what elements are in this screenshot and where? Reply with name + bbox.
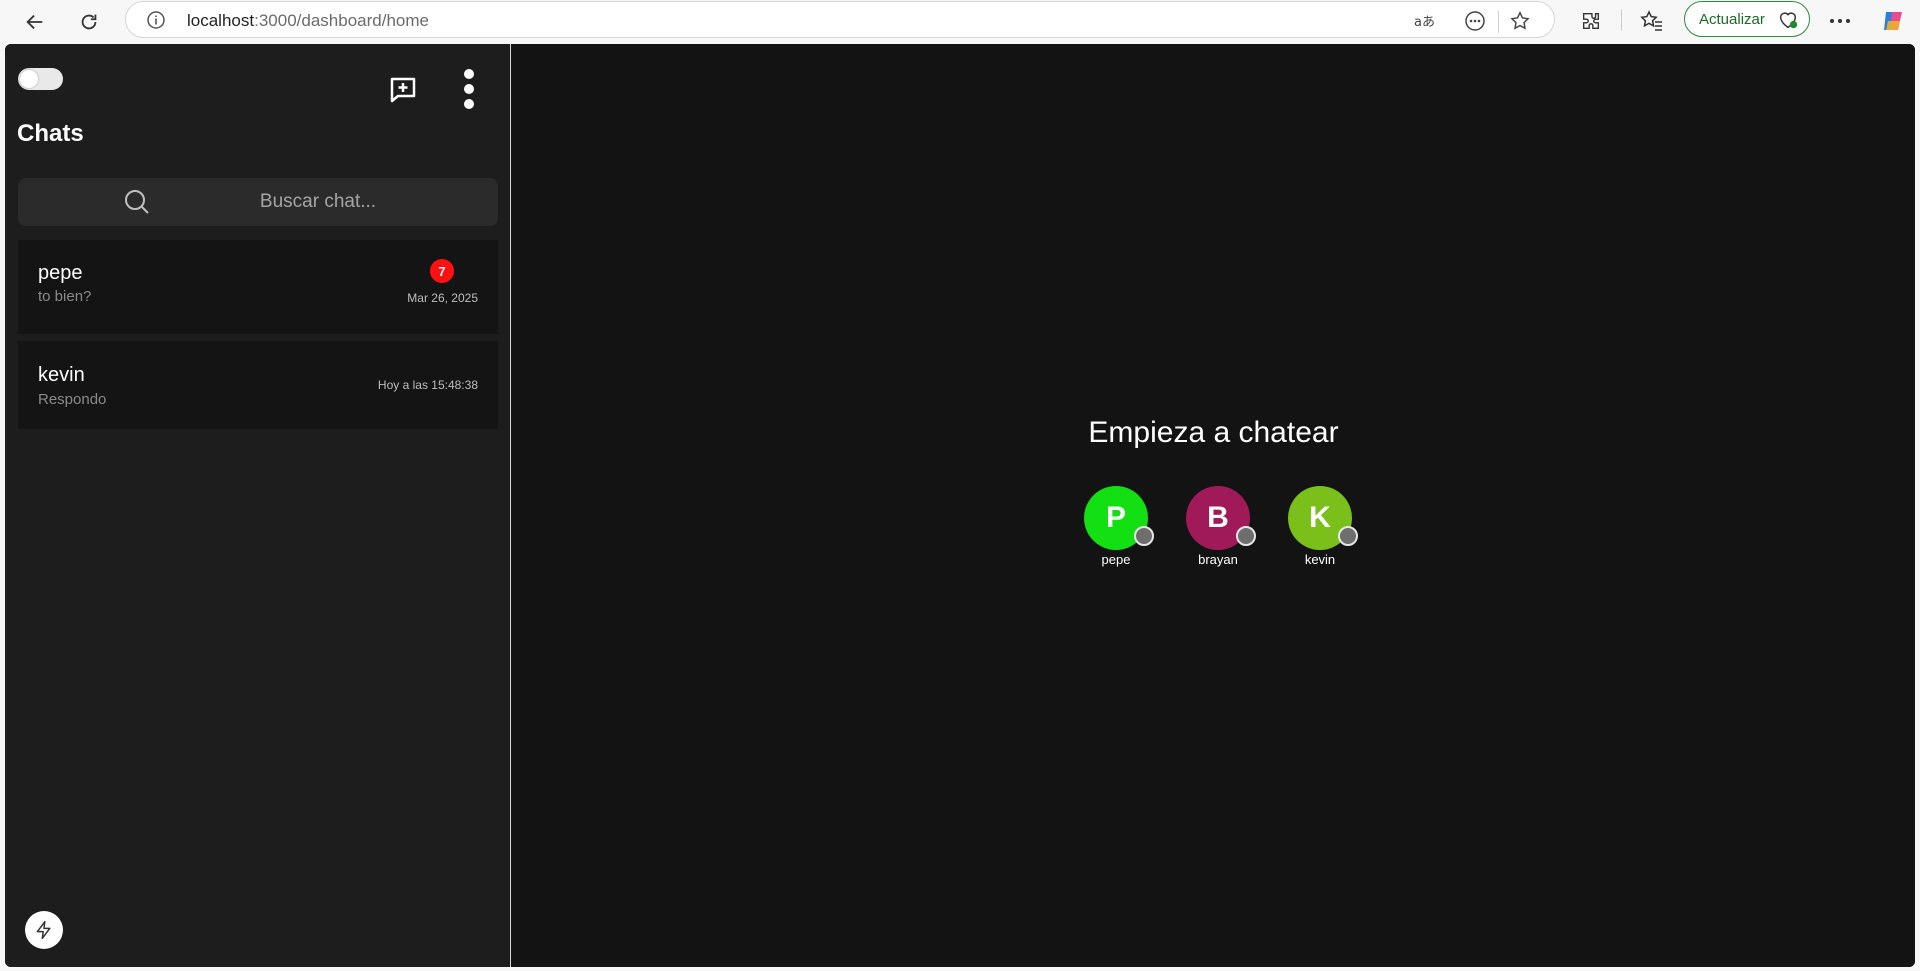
- divider: [1621, 9, 1622, 31]
- contact-name: brayan: [1198, 552, 1238, 567]
- site-info-icon[interactable]: [146, 10, 166, 30]
- divider: [1498, 11, 1499, 33]
- avatar-initial: K: [1309, 501, 1331, 534]
- reload-icon[interactable]: [73, 6, 105, 38]
- avatar: B: [1186, 486, 1256, 550]
- chat-last-message: to bien?: [38, 288, 92, 305]
- contact-avatars: P pepe B brayan K kevin: [512, 486, 1915, 576]
- url-text: localhost:3000/dashboard/home: [187, 11, 429, 30]
- status-indicator: [1236, 526, 1256, 546]
- sidebar: Chats pepe to bien? 7 Mar 26, 2025 kevin…: [5, 44, 511, 967]
- search-box: [18, 178, 498, 226]
- favorites-icon[interactable]: [1637, 6, 1667, 36]
- update-button[interactable]: Actualizar: [1684, 1, 1810, 37]
- avatar-initial: P: [1105, 501, 1126, 534]
- theme-toggle[interactable]: [18, 68, 63, 90]
- main-panel: Empieza a chatear P pepe B brayan K kevi…: [512, 44, 1915, 967]
- update-label: Actualizar: [1699, 10, 1765, 28]
- new-chat-icon[interactable]: [388, 75, 418, 105]
- translate-icon[interactable]: aあ: [1412, 8, 1438, 34]
- avatar-initial: B: [1207, 501, 1229, 534]
- more-options-icon[interactable]: [1825, 6, 1855, 36]
- search-input[interactable]: [158, 178, 478, 226]
- unread-badge: 7: [430, 259, 454, 283]
- chat-name: kevin: [38, 364, 85, 386]
- svg-text:aあ: aあ: [1414, 15, 1435, 30]
- sidebar-title: Chats: [17, 120, 84, 147]
- back-icon[interactable]: [19, 6, 51, 38]
- search-icon: [123, 188, 151, 216]
- contact-name: pepe: [1101, 552, 1131, 567]
- toggle-knob: [20, 70, 38, 88]
- chat-app: Chats pepe to bien? 7 Mar 26, 2025 kevin…: [5, 44, 1915, 967]
- favorite-star-icon[interactable]: [1507, 8, 1533, 34]
- extensions-icon[interactable]: [1576, 6, 1606, 36]
- contact-pepe[interactable]: P pepe: [1084, 486, 1154, 567]
- chat-name: pepe: [38, 262, 83, 284]
- contact-brayan[interactable]: B brayan: [1186, 486, 1256, 567]
- bolt-icon[interactable]: [25, 911, 63, 949]
- chat-last-message: Respondo: [38, 391, 107, 408]
- avatar: P: [1084, 486, 1154, 550]
- chat-time: Hoy a las 15:48:38: [377, 378, 478, 392]
- contact-name: kevin: [1304, 552, 1336, 567]
- chat-list-item-kevin[interactable]: kevin Respondo Hoy a las 15:48:38: [18, 341, 498, 429]
- health-icon: [1777, 9, 1799, 35]
- status-indicator: [1338, 526, 1358, 546]
- contact-kevin[interactable]: K kevin: [1288, 486, 1358, 567]
- avatar: K: [1288, 486, 1358, 550]
- status-indicator: [1134, 526, 1154, 546]
- chat-time: Mar 26, 2025: [407, 291, 478, 305]
- empty-state-heading: Empieza a chatear: [1088, 416, 1339, 449]
- address-bar[interactable]: localhost:3000/dashboard/home aあ: [125, 1, 1555, 38]
- copilot-icon[interactable]: [1878, 6, 1908, 36]
- browser-toolbar: localhost:3000/dashboard/home aあ Actuali…: [0, 0, 1920, 44]
- reader-mode-icon[interactable]: [1462, 8, 1488, 34]
- chat-list-item-pepe[interactable]: pepe to bien? 7 Mar 26, 2025: [18, 240, 498, 334]
- menu-more-icon[interactable]: [457, 69, 481, 109]
